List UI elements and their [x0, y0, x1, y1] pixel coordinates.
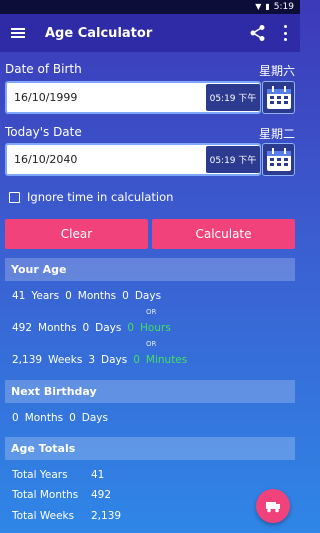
age-total-months-value: 492: [12, 322, 33, 334]
ignore-time-row[interactable]: Ignore time in calculation: [9, 190, 173, 204]
total-months-label: Total Months: [12, 489, 79, 501]
dob-date-value: 16/10/1999: [14, 91, 78, 104]
age-tm-hours-value: 0: [127, 322, 135, 334]
status-bar: ▼ ▮ 5:19: [0, 0, 300, 14]
age-months-value: 0: [65, 290, 72, 302]
or-separator: OR: [146, 308, 157, 316]
calendar-icon: [266, 85, 291, 109]
age-weeks-label: Weeks: [48, 354, 83, 366]
dob-time-field[interactable]: 05:19 下午: [206, 84, 260, 111]
total-weeks-label: Total Weeks: [12, 510, 75, 522]
or-separator: OR: [146, 340, 157, 348]
app-title: Age Calculator: [45, 25, 153, 41]
today-date-value: 16/10/2040: [14, 153, 78, 166]
age-totals-header: Age Totals: [5, 437, 295, 460]
total-months-value: 492: [91, 489, 112, 501]
today-label: Today's Date: [5, 125, 82, 139]
calendar-icon: [266, 147, 291, 171]
status-time: 5:19: [273, 2, 294, 12]
age-w-minutes-label: Minutes: [145, 354, 188, 366]
battery-icon: ▮: [265, 2, 270, 11]
age-days-value: 0: [122, 290, 129, 302]
nb-days-label: Days: [81, 412, 108, 424]
nb-months-label: Months: [24, 412, 64, 424]
dob-label: Date of Birth: [5, 62, 82, 76]
age-tm-days-value: 0: [82, 322, 90, 334]
age-w-days-value: 3: [88, 354, 95, 366]
age-weeks-row: 2,139 Weeks 3 Days 0 Minutes: [12, 354, 193, 366]
clear-button[interactable]: Clear: [5, 219, 148, 249]
total-years-value: 41: [91, 469, 105, 481]
share-icon[interactable]: [249, 24, 267, 42]
age-years-value: 41: [12, 290, 26, 302]
more-icon[interactable]: [282, 25, 288, 41]
age-tm-days-label: Days: [95, 322, 122, 334]
next-birthday-header: Next Birthday: [5, 380, 295, 403]
age-ymd-row: 41 Years 0 Months 0 Days: [12, 290, 167, 302]
wifi-icon: ▼: [255, 2, 262, 11]
today-weekday: 星期二: [258, 127, 295, 141]
age-months-hours-row: 492 Months 0 Days 0 Hours: [12, 322, 177, 334]
dob-weekday: 星期六: [258, 64, 295, 78]
age-days-label: Days: [134, 290, 162, 302]
your-age-header: Your Age: [5, 258, 295, 281]
age-months-label: Months: [77, 290, 117, 302]
age-weeks-value: 2,139: [12, 354, 43, 366]
age-w-days-label: Days: [101, 354, 128, 366]
calculate-button[interactable]: Calculate: [152, 219, 295, 249]
ignore-time-label: Ignore time in calculation: [27, 190, 174, 204]
fab-button[interactable]: [256, 489, 290, 523]
nb-days-value: 0: [69, 412, 76, 424]
menu-icon[interactable]: [11, 28, 25, 38]
today-calendar-button[interactable]: [262, 143, 295, 176]
checkbox-icon[interactable]: [9, 191, 20, 203]
age-years-label: Years: [31, 290, 60, 302]
total-years-label: Total Years: [12, 469, 68, 481]
app-bar: Age Calculator: [0, 14, 300, 52]
today-time-field[interactable]: 05:19 下午: [206, 146, 260, 173]
nb-months-value: 0: [12, 412, 19, 424]
total-weeks-value: 2,139: [91, 510, 122, 522]
next-birthday-row: 0 Months 0 Days: [12, 412, 114, 424]
fab-icon: [266, 502, 280, 513]
age-w-minutes-value: 0: [133, 354, 140, 366]
age-tm-hours-label: Hours: [140, 322, 171, 334]
age-total-months-label: Months: [38, 322, 77, 334]
dob-calendar-button[interactable]: [262, 81, 295, 114]
